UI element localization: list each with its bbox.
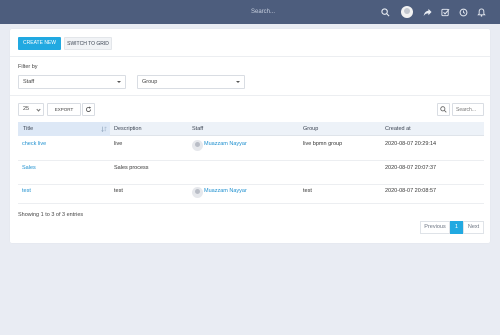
row-staff-link[interactable]: Muazzam Nayyar <box>204 141 247 147</box>
row-title-link[interactable]: check live <box>22 141 46 147</box>
sort-icon <box>101 126 107 132</box>
table-info: Showing 1 to 3 of 3 entries <box>18 212 84 218</box>
column-header-description[interactable]: Description <box>114 122 142 136</box>
group-filter-select[interactable]: Group <box>137 75 245 89</box>
row-created-at: 2020-08-07 20:07:37 <box>385 165 437 171</box>
user-avatar[interactable] <box>401 6 413 18</box>
pagination-next[interactable]: Next <box>463 221 484 234</box>
pagination-previous[interactable]: Previous <box>420 221 450 234</box>
row-staff-link[interactable]: Muazzam Nayyar <box>204 188 247 194</box>
share-icon[interactable] <box>421 6 433 18</box>
switch-to-grid-button[interactable]: SWITCH TO GRID <box>64 37 112 50</box>
global-search-input[interactable]: Search... <box>241 6 371 18</box>
top-navbar: Search... <box>0 0 500 24</box>
row-description: test <box>114 188 123 194</box>
export-button[interactable]: EXPORT <box>47 103 81 116</box>
table-search-button[interactable] <box>437 103 450 116</box>
row-title-link[interactable]: test <box>22 188 31 194</box>
row-group: live bpmn group <box>303 141 343 147</box>
row-created-at: 2020-08-07 20:29:14 <box>385 141 437 147</box>
table-search-input[interactable] <box>452 103 484 116</box>
table-row: test test Muazzam Nayyar test 2020-08-07… <box>18 186 484 204</box>
staff-filter-value: Staff <box>23 79 35 85</box>
pagination-page-1[interactable]: 1 <box>450 221 463 234</box>
table-row: Sales Sales process 2020-08-07 20:07:37 <box>18 162 484 185</box>
search-icon <box>440 106 447 113</box>
refresh-icon <box>85 106 92 113</box>
chevron-down-icon <box>236 81 240 83</box>
column-header-staff[interactable]: Staff <box>192 122 203 136</box>
table-header: Title Description Staff Group Created at <box>18 122 484 136</box>
column-header-label: Title <box>23 126 34 132</box>
divider <box>10 56 490 57</box>
table-row: check live live Muazzam Nayyar live bpmn… <box>18 137 484 161</box>
column-header-created-at[interactable]: Created at <box>385 122 411 136</box>
divider <box>10 95 490 96</box>
bell-icon[interactable] <box>475 6 487 18</box>
row-group: test <box>303 188 312 194</box>
column-header-title[interactable]: Title <box>18 122 110 136</box>
staff-avatar <box>192 187 203 198</box>
row-title-link[interactable]: Sales <box>22 165 36 171</box>
refresh-button[interactable] <box>82 103 95 116</box>
page-length-select[interactable]: 25 <box>18 103 44 116</box>
workflows-card: CREATE NEW SWITCH TO GRID Filter by Staf… <box>10 29 490 243</box>
search-icon[interactable] <box>379 6 391 18</box>
filter-label: Filter by <box>18 64 38 70</box>
clock-icon[interactable] <box>457 6 469 18</box>
staff-avatar <box>192 140 203 151</box>
group-filter-value: Group <box>142 79 158 85</box>
row-description: live <box>114 141 123 147</box>
page-length-value: 25 <box>23 106 30 112</box>
row-created-at: 2020-08-07 20:08:57 <box>385 188 437 194</box>
staff-filter-select[interactable]: Staff <box>18 75 126 89</box>
chevron-down-icon <box>117 81 121 83</box>
column-header-group[interactable]: Group <box>303 122 318 136</box>
row-description: Sales process <box>114 165 149 171</box>
chevron-down-icon <box>36 107 41 112</box>
tasks-icon[interactable] <box>439 6 451 18</box>
create-new-button[interactable]: CREATE NEW <box>18 37 61 50</box>
